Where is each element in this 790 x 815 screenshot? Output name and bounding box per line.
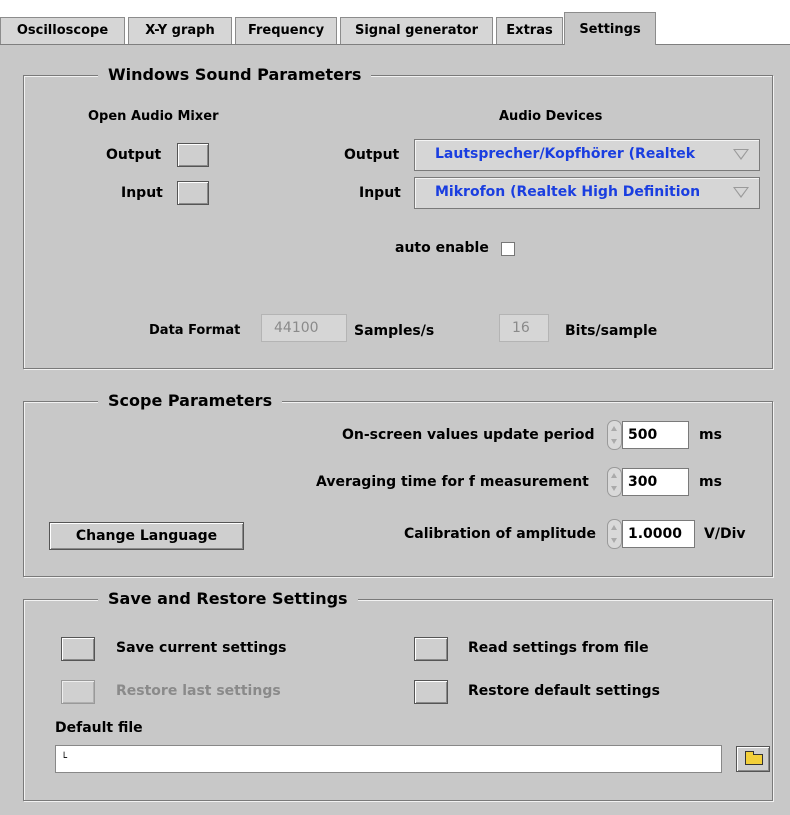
device-output-label: Output <box>344 147 400 163</box>
browse-button[interactable] <box>736 746 770 772</box>
tab-oscilloscope[interactable]: Oscilloscope <box>0 17 125 44</box>
tab-bar: Oscilloscope X-Y graph Frequency Signal … <box>0 0 790 45</box>
calibration-spinner[interactable] <box>607 519 622 549</box>
update-period-spinner[interactable] <box>607 420 622 450</box>
mixer-output-button[interactable] <box>177 143 209 167</box>
input-device-value: Mikrofon (Realtek High Definition <box>435 184 701 200</box>
scope-parameters-group: Scope Parameters On-screen values update… <box>23 390 773 577</box>
settings-panel: Windows Sound Parameters Open Audio Mixe… <box>7 45 790 815</box>
calibration-input[interactable]: 1.0000 <box>622 520 695 548</box>
mixer-input-label: Input <box>121 185 163 201</box>
tab-frequency[interactable]: Frequency <box>235 17 337 44</box>
scope-parameters-legend: Scope Parameters <box>98 390 283 412</box>
read-settings-button[interactable] <box>414 637 448 661</box>
bits-unit: Bits/sample <box>565 323 658 339</box>
save-current-label: Save current settings <box>116 640 287 656</box>
tab-xy-graph[interactable]: X-Y graph <box>128 17 232 44</box>
averaging-unit: ms <box>699 474 722 490</box>
output-device-value: Lautsprecher/Kopfhörer (Realtek <box>435 146 696 162</box>
chevron-down-icon <box>733 187 749 198</box>
restore-last-button[interactable] <box>61 680 95 704</box>
data-format-label: Data Format <box>149 323 241 338</box>
save-current-button[interactable] <box>61 637 95 661</box>
samples-unit: Samples/s <box>354 323 435 339</box>
auto-enable-label: auto enable <box>395 240 489 256</box>
bits-indicator: 16 <box>499 314 549 342</box>
output-device-select[interactable]: Lautsprecher/Kopfhörer (Realtek <box>414 139 760 171</box>
open-audio-mixer-title: Open Audio Mixer <box>88 109 219 124</box>
path-icon: └ <box>61 753 68 764</box>
update-period-input[interactable]: 500 <box>622 421 689 449</box>
sample-rate-indicator: 44100 <box>261 314 347 342</box>
folder-open-icon <box>745 751 763 765</box>
input-device-select[interactable]: Mikrofon (Realtek High Definition <box>414 177 760 209</box>
calibration-label: Calibration of amplitude <box>404 526 597 542</box>
calibration-unit: V/Div <box>704 526 746 542</box>
read-settings-label: Read settings from file <box>468 640 649 656</box>
windows-sound-group: Windows Sound Parameters Open Audio Mixe… <box>23 64 773 369</box>
change-language-button[interactable]: Change Language <box>49 522 244 550</box>
windows-sound-legend: Windows Sound Parameters <box>98 64 372 86</box>
chevron-down-icon <box>733 149 749 160</box>
default-file-path-input[interactable]: └ <box>55 745 722 773</box>
audio-devices-title: Audio Devices <box>499 109 603 124</box>
tab-settings[interactable]: Settings <box>564 12 656 45</box>
auto-enable-checkbox[interactable] <box>501 242 515 256</box>
default-file-label: Default file <box>55 720 143 736</box>
tab-extras[interactable]: Extras <box>496 17 563 44</box>
update-period-label: On-screen values update period <box>342 427 595 443</box>
averaging-input[interactable]: 300 <box>622 468 689 496</box>
averaging-label: Averaging time for f measurement <box>316 474 589 490</box>
update-period-unit: ms <box>699 427 722 443</box>
averaging-spinner[interactable] <box>607 467 622 497</box>
device-input-label: Input <box>359 185 401 201</box>
tab-signal-generator[interactable]: Signal generator <box>340 17 493 44</box>
mixer-input-button[interactable] <box>177 181 209 205</box>
mixer-output-label: Output <box>106 147 162 163</box>
restore-last-label: Restore last settings <box>116 683 281 699</box>
save-restore-group: Save and Restore Settings Save current s… <box>23 588 773 801</box>
save-restore-legend: Save and Restore Settings <box>98 588 358 610</box>
restore-default-label: Restore default settings <box>468 683 660 699</box>
restore-default-button[interactable] <box>414 680 448 704</box>
